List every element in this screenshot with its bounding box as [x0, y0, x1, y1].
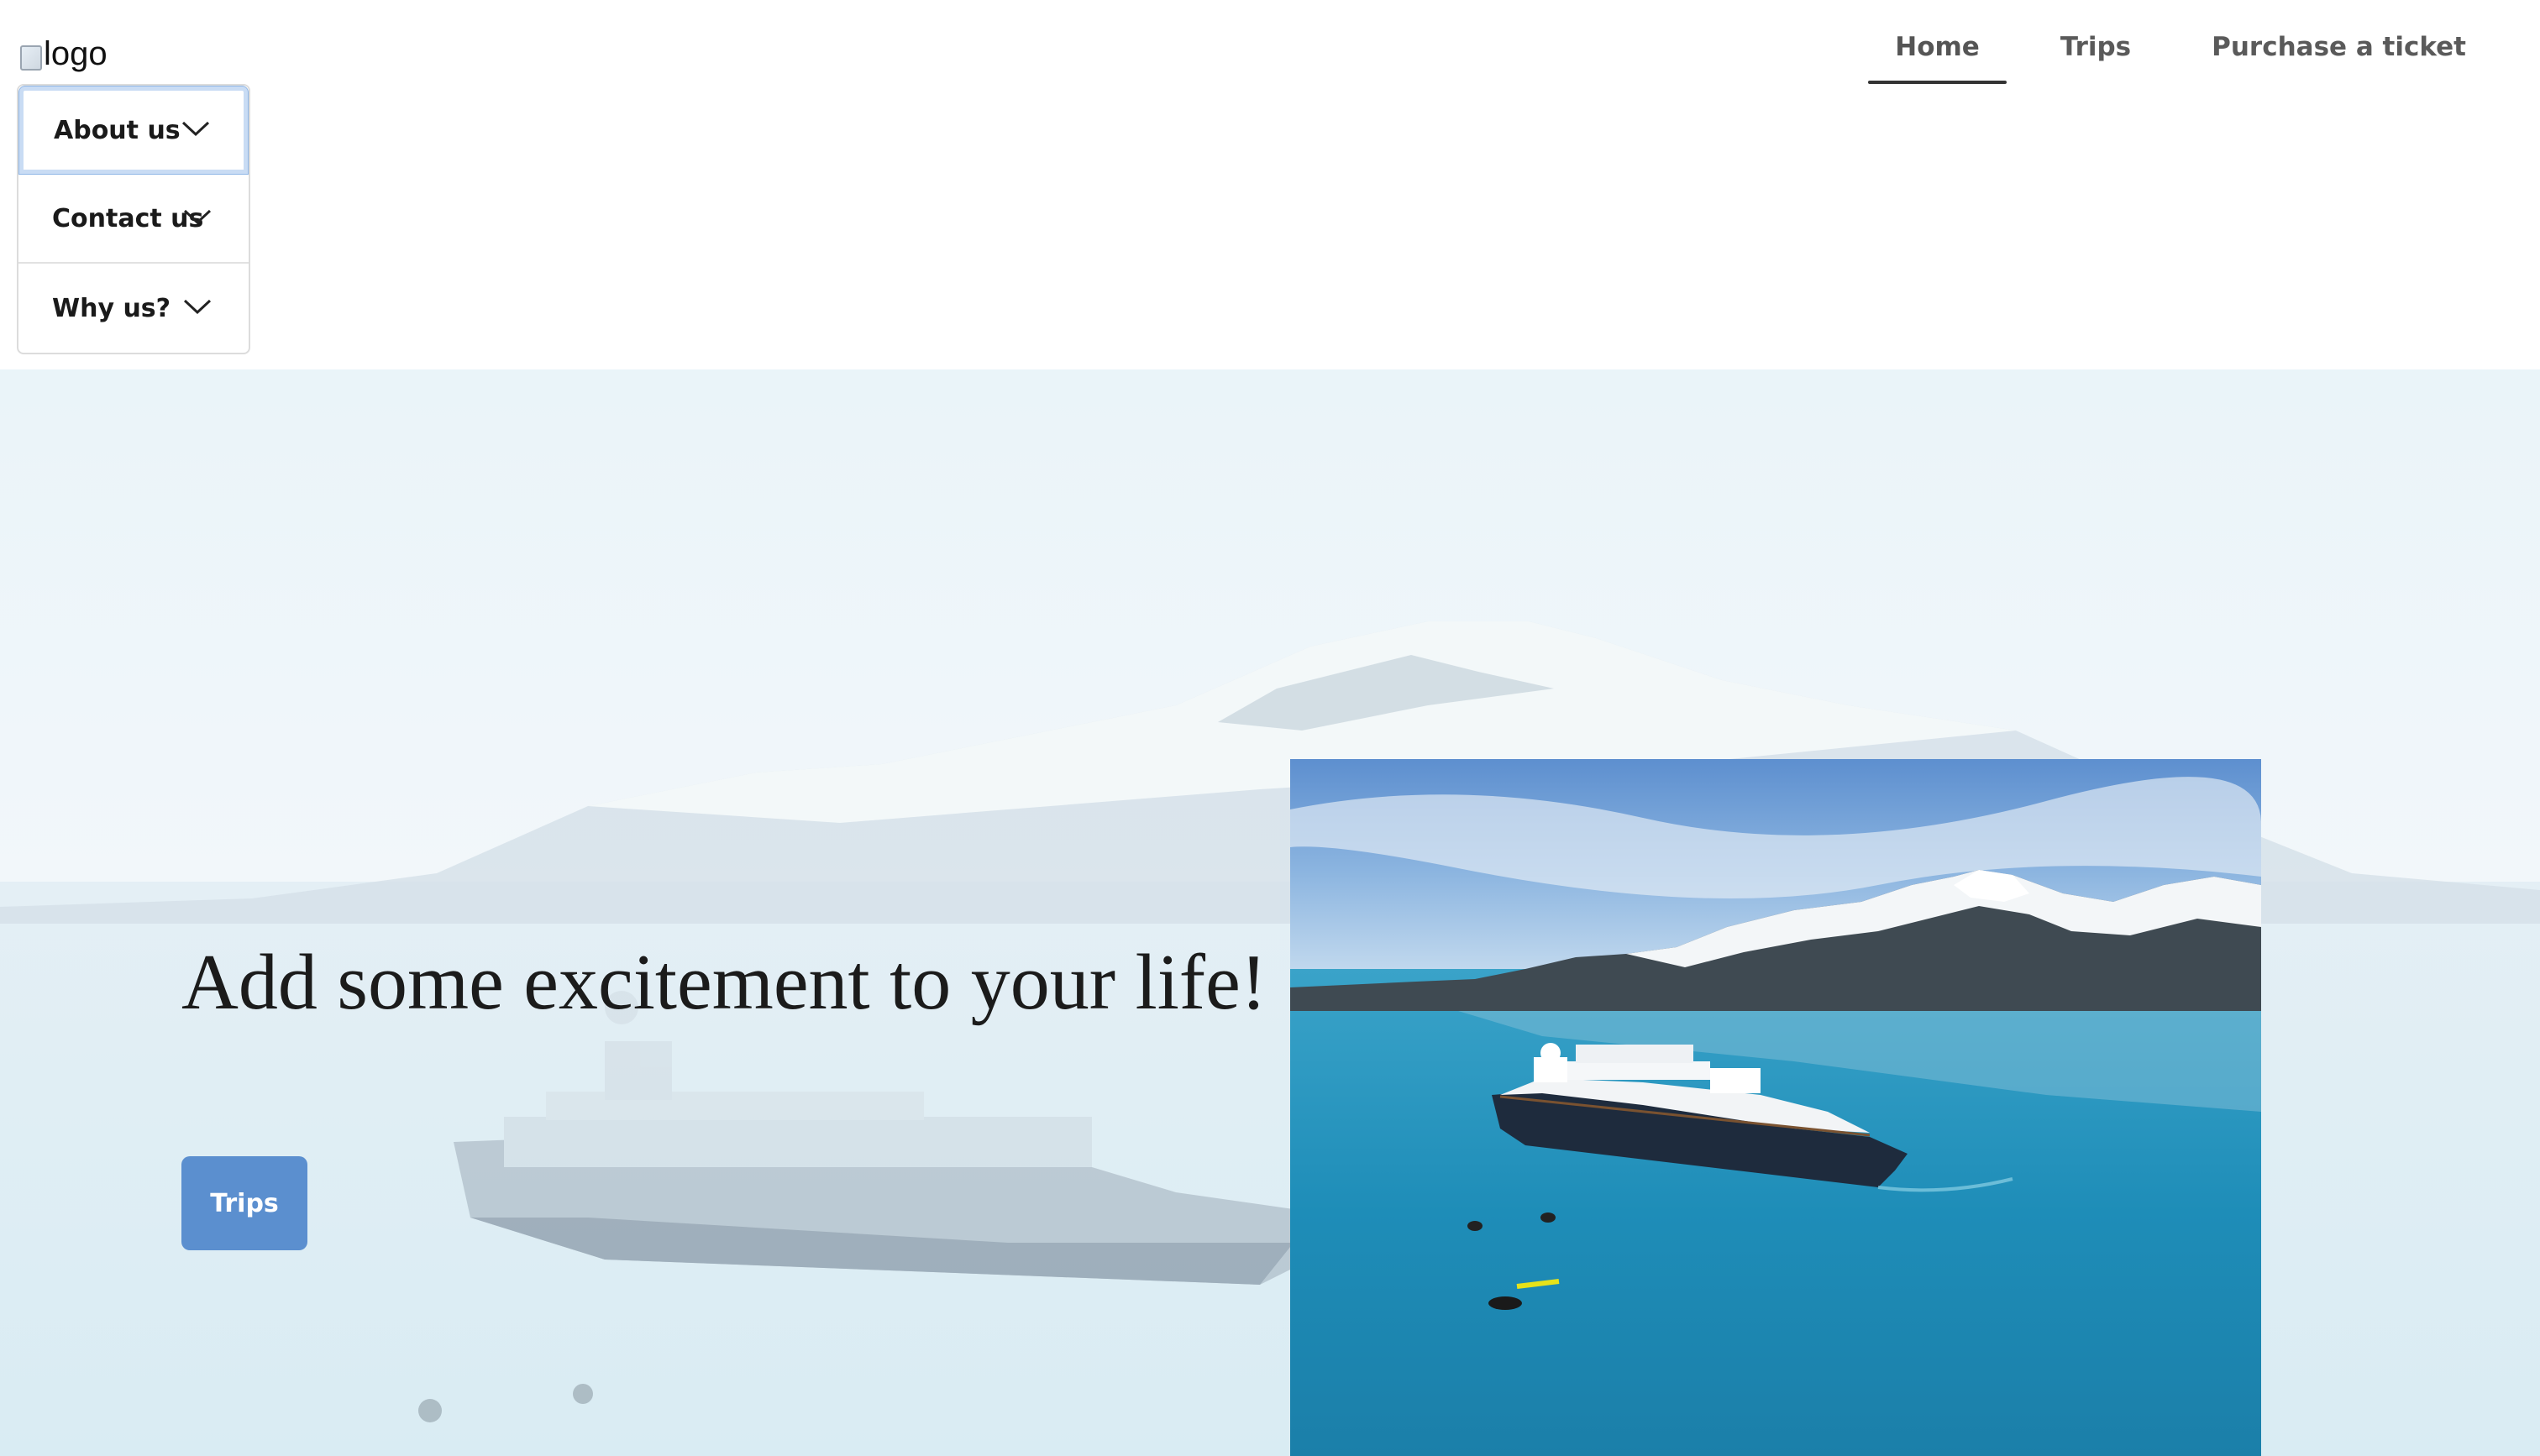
accordion-label: Contact us	[52, 203, 204, 233]
broken-image-icon	[20, 45, 42, 71]
hero-section: Add some excitement to your life! Trips	[0, 369, 2540, 1456]
logo[interactable]: logo	[20, 29, 108, 71]
chevron-down-icon	[183, 299, 212, 315]
nav-purchase-ticket[interactable]: Purchase a ticket	[2185, 25, 2493, 84]
site-header: logo About us Contact us Why us? Home Tr…	[0, 0, 2540, 369]
nav-home[interactable]: Home	[1868, 25, 2007, 84]
accordion-label: About us	[54, 115, 181, 145]
logo-alt-text: logo	[44, 35, 108, 72]
cruise-ship-photo	[1290, 759, 2261, 1456]
main-nav: Home Trips Purchase a ticket	[1868, 25, 2493, 84]
accordion-item-contact-us[interactable]: Contact us	[18, 175, 249, 264]
chevron-down-icon	[181, 121, 210, 137]
trips-button[interactable]: Trips	[181, 1156, 307, 1250]
cruise-ship-image	[1290, 759, 2261, 1456]
accordion-item-about-us[interactable]: About us	[18, 86, 249, 175]
hero-headline: Add some excitement to your life!	[181, 939, 1267, 1026]
nav-trips[interactable]: Trips	[2034, 25, 2158, 84]
info-accordion: About us Contact us Why us?	[17, 84, 250, 354]
chevron-down-icon	[183, 209, 212, 225]
accordion-label: Why us?	[52, 293, 171, 323]
accordion-item-why-us[interactable]: Why us?	[18, 264, 249, 353]
